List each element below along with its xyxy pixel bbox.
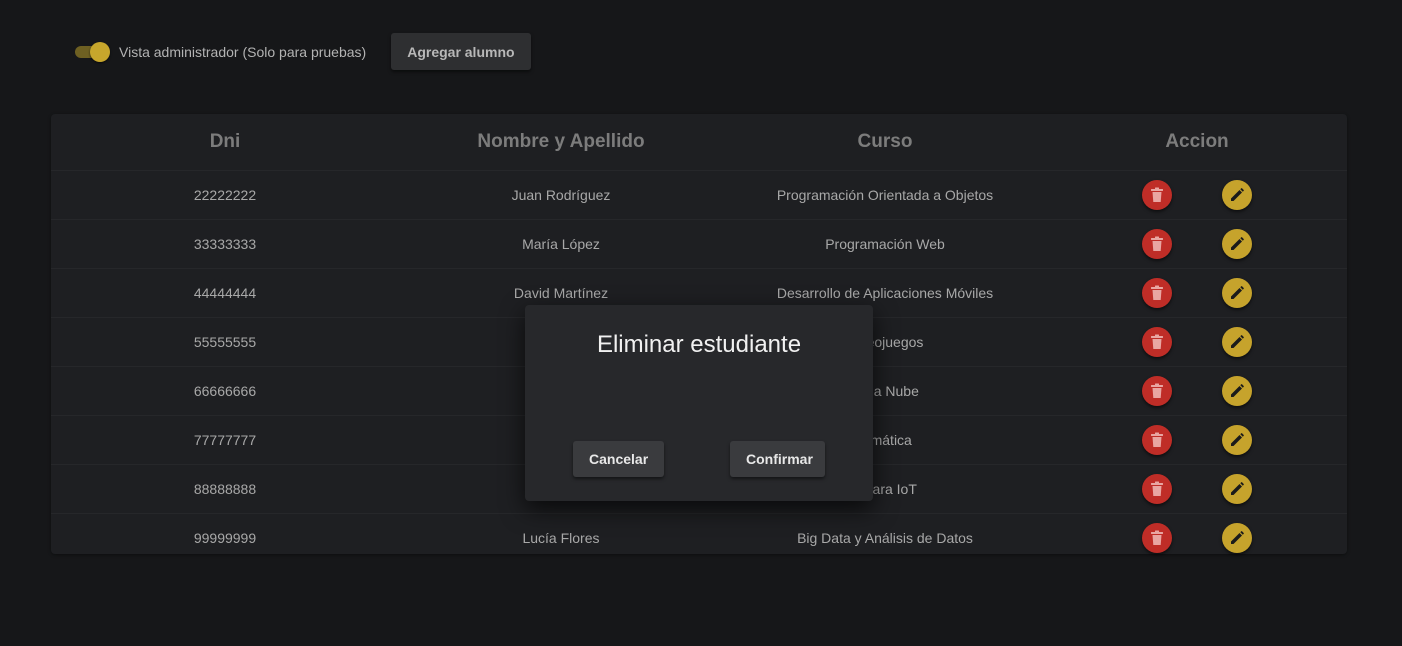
delete-student-dialog: Eliminar estudiante Cancelar Confirmar [525,305,873,501]
modal-overlay: Eliminar estudiante Cancelar Confirmar [0,0,1402,646]
cancel-button[interactable]: Cancelar [573,441,665,477]
confirm-button[interactable]: Confirmar [730,441,825,477]
dialog-title: Eliminar estudiante [596,331,802,358]
